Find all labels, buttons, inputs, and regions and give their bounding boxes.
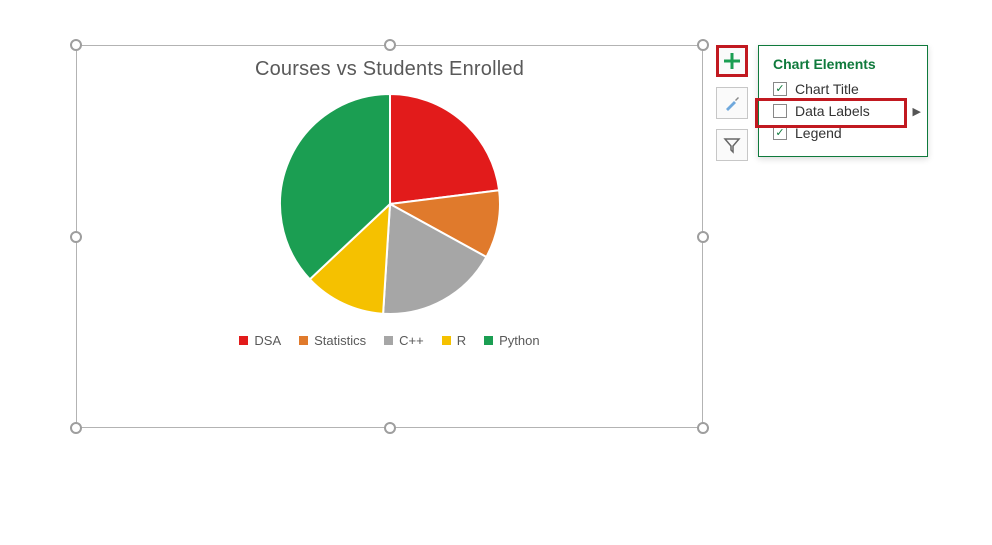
legend-swatch — [299, 336, 308, 345]
brush-icon — [723, 94, 741, 112]
selection-handle[interactable] — [70, 39, 82, 51]
flyout-item-legend[interactable]: Legend — [759, 122, 927, 144]
legend[interactable]: DSA Statistics C++ R Python — [77, 333, 702, 348]
pie-plot-area[interactable] — [77, 89, 702, 319]
chart-styles-button[interactable] — [716, 87, 748, 119]
chart-title: Courses vs Students Enrolled — [77, 58, 702, 81]
legend-label: R — [457, 333, 466, 348]
plus-icon — [723, 52, 741, 70]
legend-label: DSA — [254, 333, 281, 348]
selection-handle[interactable] — [384, 422, 396, 434]
legend-item-c++[interactable]: C++ — [384, 333, 424, 348]
legend-swatch — [442, 336, 451, 345]
legend-label: Python — [499, 333, 539, 348]
legend-item-statistics[interactable]: Statistics — [299, 333, 366, 348]
pie-chart — [275, 89, 505, 319]
submenu-arrow-icon[interactable]: ▶ — [913, 105, 921, 118]
selection-handle[interactable] — [384, 39, 396, 51]
selection-handle[interactable] — [70, 231, 82, 243]
selection-handle[interactable] — [697, 422, 709, 434]
flyout-item-label: Legend — [795, 125, 842, 141]
checkbox[interactable] — [773, 82, 787, 96]
legend-swatch — [239, 336, 248, 345]
legend-item-r[interactable]: R — [442, 333, 466, 348]
pie-slice-dsa[interactable] — [390, 94, 499, 204]
checkbox[interactable] — [773, 104, 787, 118]
filter-icon — [723, 136, 741, 154]
legend-item-python[interactable]: Python — [484, 333, 539, 348]
legend-item-dsa[interactable]: DSA — [239, 333, 281, 348]
chart-elements-button[interactable] — [716, 45, 748, 77]
flyout-item-label: Data Labels — [795, 103, 870, 119]
selection-handle[interactable] — [697, 39, 709, 51]
legend-swatch — [384, 336, 393, 345]
flyout-title: Chart Elements — [759, 56, 927, 78]
chart-object[interactable]: Courses vs Students Enrolled DSA Statisti… — [76, 45, 703, 428]
flyout-item-label: Chart Title — [795, 81, 859, 97]
selection-handle[interactable] — [697, 231, 709, 243]
flyout-item-chart-title[interactable]: Chart Title — [759, 78, 927, 100]
checkbox[interactable] — [773, 126, 787, 140]
flyout-item-data-labels[interactable]: Data Labels ▶ — [759, 100, 927, 122]
legend-label: C++ — [399, 333, 424, 348]
chart-elements-flyout: Chart Elements Chart Title Data Labels ▶ Le… — [758, 45, 928, 157]
legend-label: Statistics — [314, 333, 366, 348]
legend-swatch — [484, 336, 493, 345]
selection-handle[interactable] — [70, 422, 82, 434]
chart-filters-button[interactable] — [716, 129, 748, 161]
